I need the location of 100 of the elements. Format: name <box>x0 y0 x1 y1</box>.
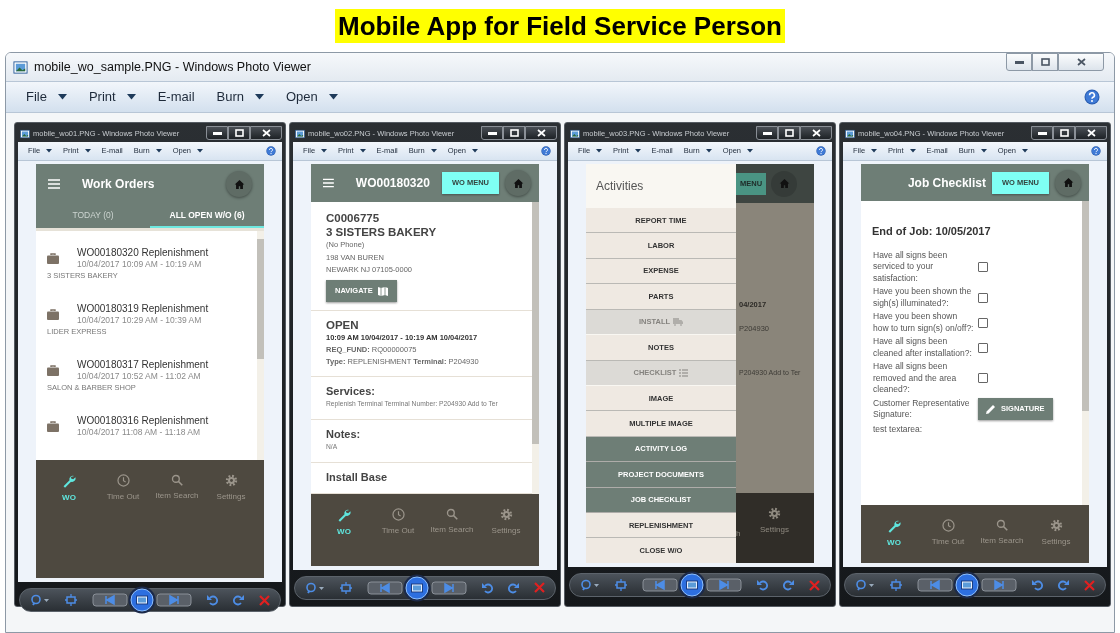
zoom-icon[interactable] <box>305 581 325 594</box>
delete-icon[interactable] <box>534 582 545 593</box>
maximize-button[interactable] <box>503 126 525 140</box>
close-button[interactable] <box>250 126 282 140</box>
tab[interactable]: ALL OPEN W/O (6) <box>150 204 264 228</box>
close-button[interactable] <box>1058 53 1104 71</box>
next-button[interactable] <box>431 579 467 596</box>
gear-icon <box>499 507 513 521</box>
home-button[interactable] <box>226 171 252 197</box>
app-icon <box>20 128 30 139</box>
previous-button[interactable] <box>642 577 678 593</box>
zoom-icon[interactable] <box>580 579 600 591</box>
checkbox[interactable] <box>978 261 988 272</box>
menu-item[interactable]: Print <box>88 87 136 107</box>
fit-icon[interactable] <box>615 579 627 591</box>
rotate-right-icon[interactable] <box>1058 579 1069 591</box>
scrollbar[interactable] <box>1082 201 1089 505</box>
truck-icon <box>673 317 684 326</box>
close-button[interactable] <box>525 126 557 140</box>
caret-icon <box>255 94 264 100</box>
menu-item[interactable]: E-mail <box>157 87 195 107</box>
checkbox[interactable] <box>978 317 988 328</box>
caret-icon <box>321 149 328 153</box>
delete-icon[interactable] <box>1084 579 1095 591</box>
help-icon[interactable] <box>1091 146 1101 156</box>
next-button[interactable] <box>156 592 192 608</box>
caret-icon <box>1022 149 1028 153</box>
minimize-button[interactable] <box>481 126 503 140</box>
clock-icon <box>391 507 405 521</box>
zoom-icon[interactable] <box>855 579 875 591</box>
scrollbar[interactable] <box>532 202 539 494</box>
rotate-right-icon[interactable] <box>783 579 794 591</box>
help-icon[interactable] <box>816 146 826 156</box>
maximize-button[interactable] <box>228 126 250 140</box>
question-text: Have all signs been removed and the area cleaned?: <box>872 361 958 396</box>
order-title[interactable]: WO00180317 Replenishment <box>77 358 209 371</box>
fit-icon[interactable] <box>340 581 352 594</box>
rotate-right-icon[interactable] <box>233 594 244 606</box>
caret-icon <box>46 149 53 153</box>
close-icon <box>1076 58 1086 66</box>
slideshow-button[interactable] <box>678 571 706 599</box>
minimize-button[interactable] <box>756 126 778 140</box>
question-text: Have you been shown the sigh(s) illuminated?: <box>872 286 973 309</box>
minimize-icon <box>1014 60 1024 64</box>
slideshow-button[interactable] <box>403 573 431 602</box>
checkbox[interactable] <box>978 292 988 303</box>
close-icon <box>1086 129 1096 137</box>
fit-icon[interactable] <box>65 594 77 606</box>
gear-icon <box>1049 519 1063 532</box>
checkbox[interactable] <box>978 342 988 353</box>
rotate-left-icon[interactable] <box>757 579 768 591</box>
delete-icon[interactable] <box>259 594 270 606</box>
delete-icon[interactable] <box>809 579 820 591</box>
briefcase-icon <box>47 420 59 432</box>
menu-icon[interactable] <box>323 178 334 188</box>
menu-item[interactable]: Burn <box>216 87 264 107</box>
nav-tab[interactable]: WO <box>317 507 371 538</box>
search-icon <box>171 474 183 486</box>
home-button[interactable] <box>505 170 531 196</box>
minimize-button[interactable] <box>1031 126 1053 140</box>
menu-item[interactable]: File <box>26 87 67 107</box>
window-title: mobile_wo_sample.PNG - Windows Photo Viewer <box>34 58 311 76</box>
section-heading: Services: <box>326 383 376 398</box>
close-button[interactable] <box>1075 126 1107 140</box>
previous-button[interactable] <box>367 579 403 596</box>
maximize-button[interactable] <box>778 126 800 140</box>
help-icon[interactable] <box>1084 89 1100 105</box>
maximize-button[interactable] <box>1053 126 1075 140</box>
rotate-left-icon[interactable] <box>482 581 493 594</box>
help-icon[interactable] <box>541 146 551 156</box>
close-button[interactable] <box>800 126 832 140</box>
next-button[interactable] <box>981 577 1017 593</box>
scrollbar[interactable] <box>257 231 264 460</box>
order-title[interactable]: WO00180316 Replenishment <box>77 414 209 427</box>
menu-icon[interactable] <box>48 179 60 189</box>
rotate-left-icon[interactable] <box>207 594 218 606</box>
nav-tab[interactable]: Settings <box>760 507 789 536</box>
menu-item[interactable]: Open <box>286 87 338 107</box>
order-time: 10/04/2017 10:52 AM - 11:02 AM <box>77 371 202 382</box>
slideshow-button[interactable] <box>128 586 156 614</box>
previous-button[interactable] <box>92 592 128 608</box>
zoom-icon[interactable] <box>30 594 50 606</box>
order-title[interactable]: WO00180320 Replenishment <box>77 246 209 259</box>
rotate-right-icon[interactable] <box>508 581 519 594</box>
next-button[interactable] <box>706 577 742 593</box>
minimize-button[interactable] <box>1006 53 1032 71</box>
checkbox[interactable] <box>978 373 988 384</box>
fit-icon[interactable] <box>890 579 902 591</box>
nav-tab[interactable]: WO <box>867 519 921 549</box>
previous-button[interactable] <box>917 577 953 593</box>
home-button[interactable] <box>1055 169 1081 196</box>
slideshow-button[interactable] <box>953 571 981 599</box>
order-time: 10/04/2017 10:09 AM - 10:19 AM <box>77 259 203 270</box>
order-title[interactable]: WO00180319 Replenishment <box>77 302 209 315</box>
nav-tab[interactable]: WO <box>42 474 96 504</box>
help-icon[interactable] <box>266 146 276 156</box>
caret-icon <box>359 149 366 153</box>
rotate-left-icon[interactable] <box>1032 579 1043 591</box>
minimize-button[interactable] <box>206 126 228 140</box>
caret-icon <box>909 149 916 153</box>
